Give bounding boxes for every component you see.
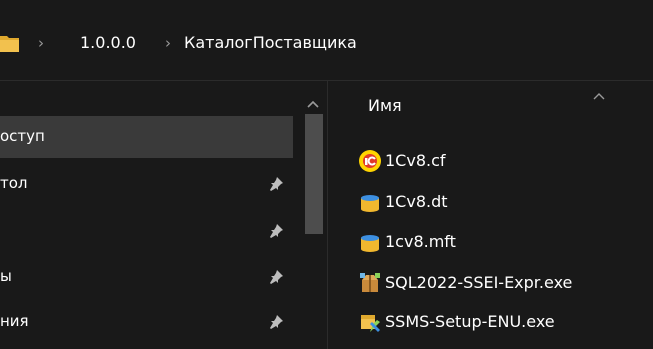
sort-ascending-icon [592, 86, 606, 105]
folder-icon [0, 32, 22, 58]
nav-item-label: тол [0, 174, 28, 192]
onec-logo-icon [358, 149, 382, 177]
nav-item-desktop[interactable]: тол [0, 163, 293, 205]
breadcrumb-separator-icon: › [38, 34, 44, 52]
setup-tool-icon [358, 310, 382, 338]
file-name: SQL2022-SSEI-Expr.exe [385, 273, 573, 292]
nav-item-documents[interactable]: ы [0, 256, 293, 298]
file-row-sql2022-ssei-expr[interactable]: SQL2022-SSEI-Expr.exe [358, 269, 648, 299]
database-icon [358, 230, 382, 258]
file-name: 1Cv8.dt [385, 192, 448, 211]
nav-item-quick-access[interactable]: оступ [0, 116, 293, 158]
file-row-1cv8-dt[interactable]: 1Cv8.dt [358, 188, 648, 218]
breadcrumb-item-catalog[interactable]: КаталогПоставщика [184, 33, 357, 52]
nav-scrollbar-thumb[interactable] [305, 114, 323, 234]
nav-item-images[interactable]: ния [0, 301, 293, 343]
installer-package-icon [358, 271, 382, 299]
address-bar[interactable]: › 1.0.0.0 › КаталогПоставщика [0, 0, 653, 81]
file-row-1cv8-cf[interactable]: 1Cv8.cf [358, 147, 648, 177]
database-icon [358, 190, 382, 218]
file-name: 1cv8.mft [385, 232, 456, 251]
pin-icon[interactable] [268, 176, 284, 196]
scroll-up-arrow-icon[interactable] [306, 94, 320, 113]
nav-item-label: ы [0, 267, 12, 285]
file-name: SSMS-Setup-ENU.exe [385, 312, 555, 331]
file-row-1cv8-mft[interactable]: 1cv8.mft [358, 228, 648, 258]
nav-item-label: ния [0, 312, 29, 330]
nav-item-label: оступ [0, 127, 45, 145]
breadcrumb-separator-icon: › [165, 34, 171, 52]
file-row-ssms-setup-enu[interactable]: SSMS-Setup-ENU.exe [358, 308, 648, 338]
pin-icon[interactable] [268, 314, 284, 334]
pin-icon[interactable] [268, 269, 284, 289]
file-name: 1Cv8.cf [385, 151, 446, 170]
nav-item-downloads[interactable] [0, 210, 293, 252]
pin-icon[interactable] [268, 223, 284, 243]
column-header-name[interactable]: Имя [368, 96, 402, 115]
breadcrumb-item-version[interactable]: 1.0.0.0 [80, 33, 136, 52]
